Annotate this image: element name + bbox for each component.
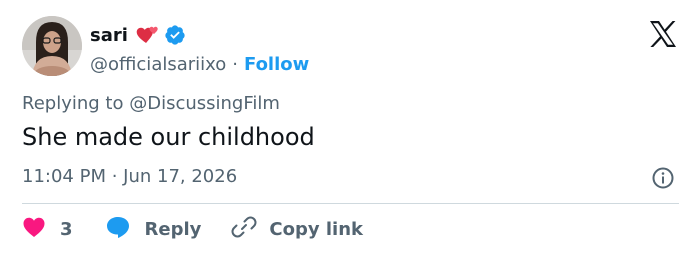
- x-logo-icon[interactable]: [648, 20, 678, 52]
- info-icon[interactable]: [651, 166, 675, 194]
- copy-link-label: Copy link: [269, 218, 363, 240]
- like-button[interactable]: 3: [22, 216, 73, 242]
- tweet-timestamp[interactable]: 11:04 PM · Jun 17, 2026: [22, 166, 237, 187]
- action-bar: 3 Reply Copy link: [22, 215, 363, 243]
- handle-row: @officialsariixo · Follow: [90, 54, 309, 75]
- replying-to-prefix: Replying to: [22, 93, 124, 114]
- name-row: sari: [90, 22, 309, 48]
- heart-icon: [22, 216, 46, 242]
- copy-link-button[interactable]: Copy link: [231, 214, 363, 244]
- reply-bubble-icon: [105, 215, 131, 243]
- author-name[interactable]: sari: [90, 25, 128, 46]
- verified-badge-icon: [164, 24, 186, 46]
- hearts-emoji-icon: [136, 24, 160, 46]
- replying-to-line: Replying to @DiscussingFilm: [22, 93, 280, 114]
- separator: ·: [232, 54, 238, 75]
- avatar[interactable]: [22, 16, 82, 76]
- link-icon: [231, 214, 257, 244]
- tweet-embed-card: sari @officialsariixo · Follow Replying …: [0, 0, 700, 256]
- reply-label: Reply: [144, 218, 202, 240]
- author-handle[interactable]: @officialsariixo: [90, 54, 226, 75]
- like-count: 3: [60, 218, 73, 240]
- divider: [22, 203, 679, 204]
- tweet-header: sari @officialsariixo · Follow: [90, 22, 309, 76]
- reply-button[interactable]: Reply: [105, 215, 202, 243]
- replying-to-handle[interactable]: @DiscussingFilm: [129, 93, 280, 114]
- tweet-text: She made our childhood: [22, 123, 315, 151]
- follow-button[interactable]: Follow: [244, 54, 309, 75]
